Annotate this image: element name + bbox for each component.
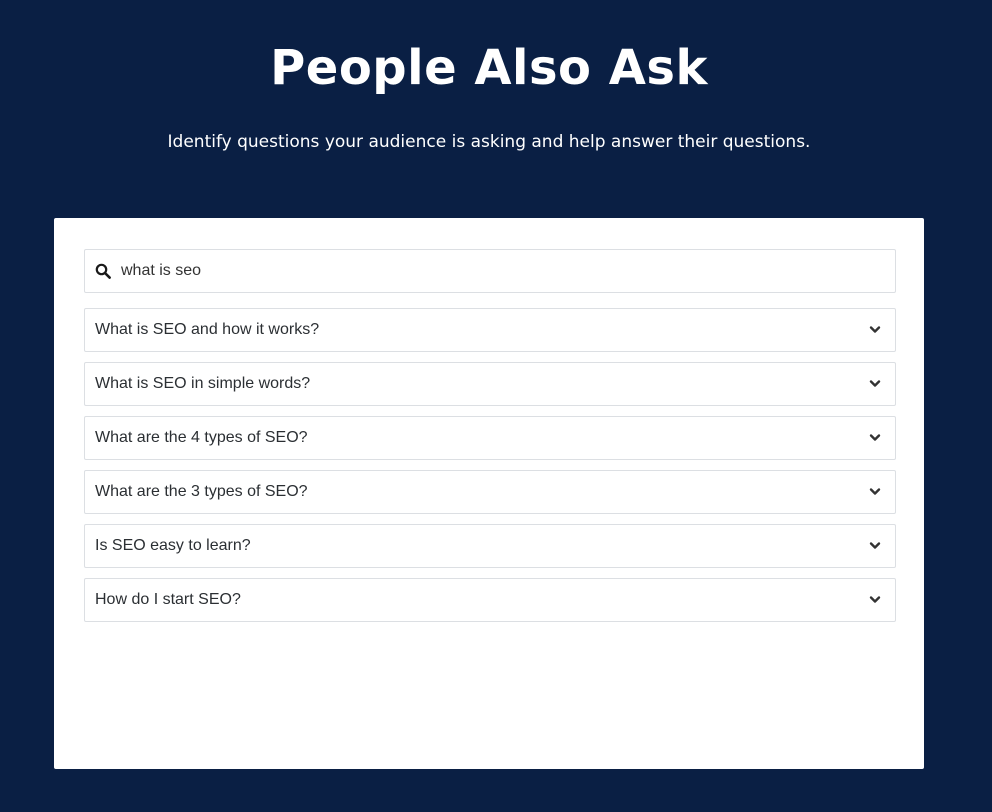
- question-item[interactable]: What are the 3 types of SEO?: [84, 470, 896, 514]
- question-text: How do I start SEO?: [95, 591, 241, 608]
- question-item[interactable]: Is SEO easy to learn?: [84, 524, 896, 568]
- search-icon: [95, 263, 111, 279]
- question-list: What is SEO and how it works? What is SE…: [84, 308, 896, 632]
- question-item[interactable]: What are the 4 types of SEO?: [84, 416, 896, 460]
- question-item[interactable]: How do I start SEO?: [84, 578, 896, 622]
- question-text: What are the 4 types of SEO?: [95, 429, 308, 446]
- question-text: What are the 3 types of SEO?: [95, 483, 308, 500]
- page-title: People Also Ask: [270, 40, 708, 96]
- chevron-down-icon[interactable]: [869, 541, 881, 551]
- chevron-down-icon[interactable]: [869, 595, 881, 605]
- results-card: What is SEO and how it works? What is SE…: [54, 218, 924, 769]
- question-item[interactable]: What is SEO and how it works?: [84, 308, 896, 352]
- chevron-down-icon[interactable]: [869, 433, 881, 443]
- question-text: Is SEO easy to learn?: [95, 537, 251, 554]
- chevron-down-icon[interactable]: [869, 325, 881, 335]
- search-box[interactable]: [84, 249, 896, 293]
- question-text: What is SEO in simple words?: [95, 375, 311, 392]
- chevron-down-icon[interactable]: [869, 379, 881, 389]
- question-text: What is SEO and how it works?: [95, 321, 320, 338]
- page-subtitle: Identify questions your audience is aski…: [167, 132, 811, 152]
- search-input[interactable]: [121, 250, 881, 292]
- question-item[interactable]: What is SEO in simple words?: [84, 362, 896, 406]
- chevron-down-icon[interactable]: [869, 487, 881, 497]
